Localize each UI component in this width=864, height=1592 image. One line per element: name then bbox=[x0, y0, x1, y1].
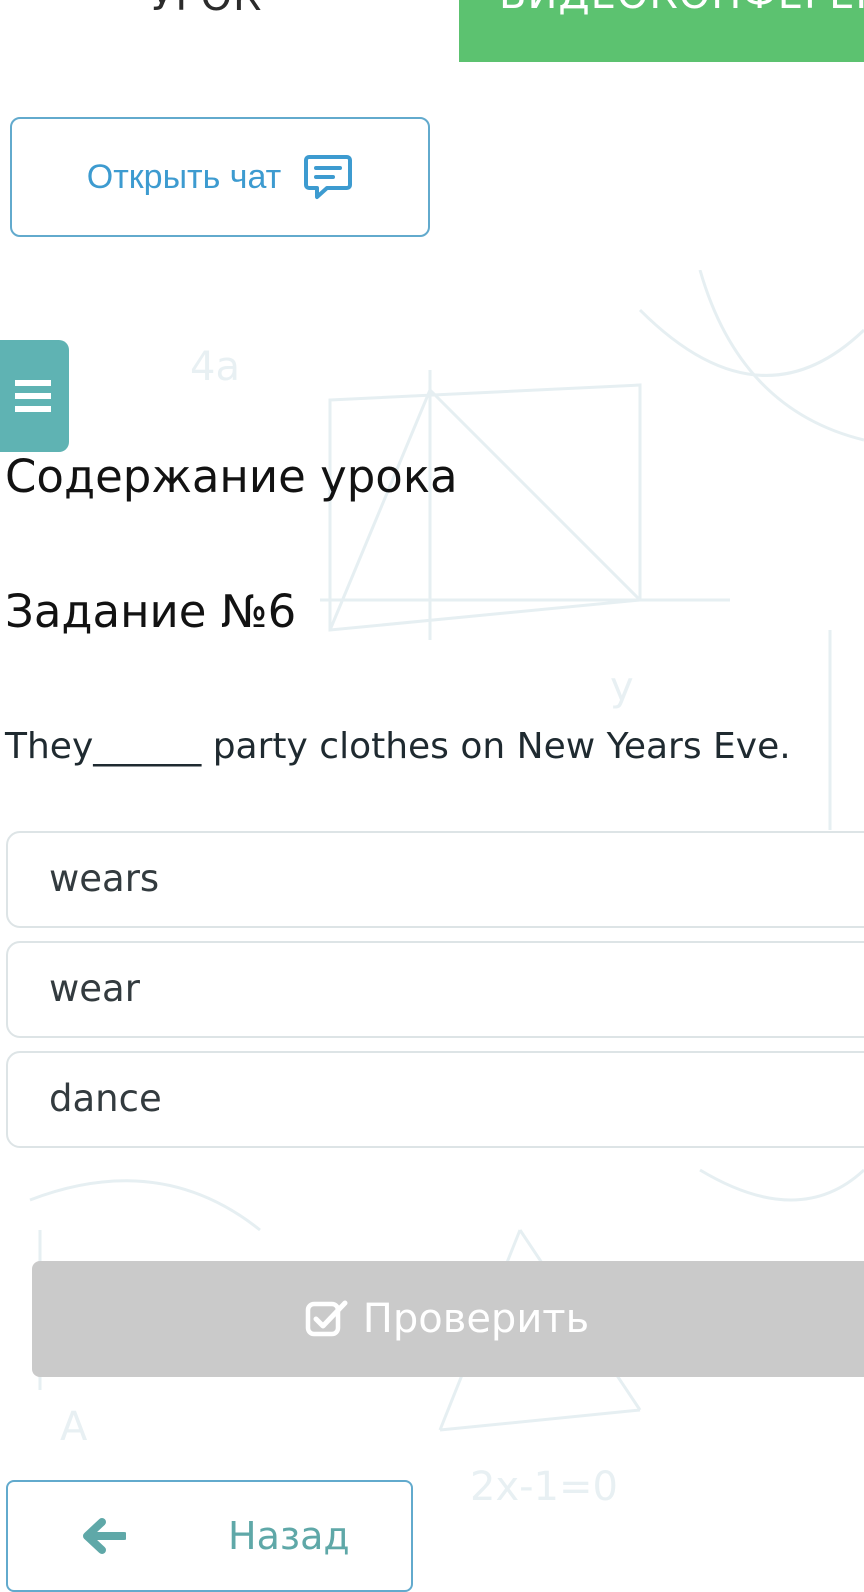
svg-text:A: A bbox=[60, 1404, 88, 1450]
tab-lesson[interactable]: УРОК bbox=[150, 0, 262, 20]
svg-text:y: y bbox=[610, 664, 634, 710]
open-chat-label: Открыть чат bbox=[86, 157, 282, 196]
answer-option-wear[interactable]: wear bbox=[6, 941, 864, 1038]
lesson-content-title: Содержание урока bbox=[5, 450, 458, 503]
check-answer-label: Проверить bbox=[362, 1296, 590, 1342]
question-text: They______ party clothes on New Years Ev… bbox=[5, 726, 791, 767]
answer-option-label: wear bbox=[49, 967, 140, 1010]
back-button[interactable]: Назад bbox=[6, 1480, 413, 1592]
task-title: Задание №6 bbox=[5, 585, 297, 638]
open-chat-button[interactable]: Открыть чат bbox=[10, 117, 430, 237]
svg-text:4a: 4a bbox=[190, 344, 240, 390]
answer-option-wears[interactable]: wears bbox=[6, 831, 864, 928]
answer-option-label: dance bbox=[49, 1077, 162, 1120]
arrow-left-icon bbox=[82, 1518, 128, 1558]
menu-toggle-button[interactable] bbox=[0, 340, 69, 452]
hamburger-menu-icon bbox=[14, 380, 51, 412]
answer-option-dance[interactable]: dance bbox=[6, 1051, 864, 1148]
svg-text:2x-1=0: 2x-1=0 bbox=[470, 1464, 618, 1510]
check-answer-button[interactable]: Проверить bbox=[32, 1261, 864, 1377]
checkbox-icon bbox=[305, 1299, 349, 1339]
tab-video-conference[interactable]: ВИДЕОКОНФЕРЕНЦИЯ bbox=[459, 0, 864, 62]
tab-video-conference-label: ВИДЕОКОНФЕРЕНЦИЯ bbox=[499, 0, 864, 18]
back-label: Назад bbox=[228, 1514, 350, 1558]
chat-icon bbox=[303, 152, 353, 202]
answer-option-label: wears bbox=[49, 857, 160, 900]
